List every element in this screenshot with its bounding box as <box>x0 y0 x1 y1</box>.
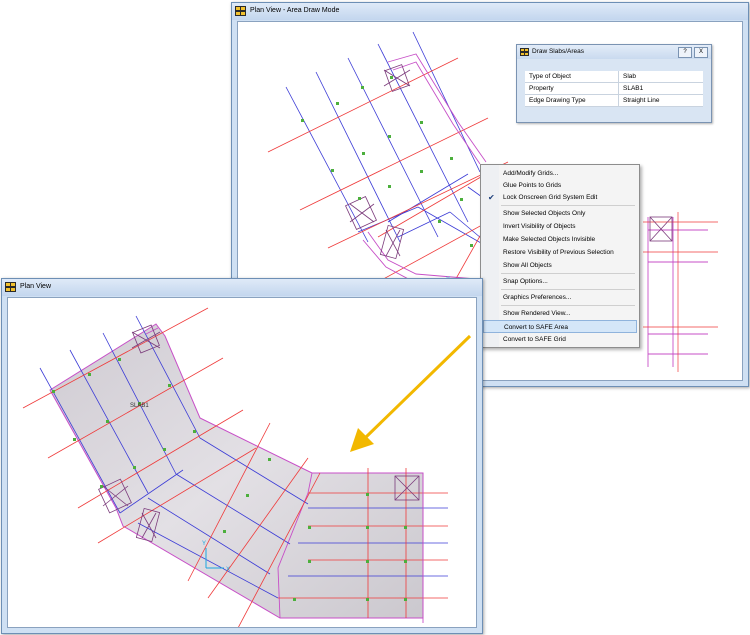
area-label: SLAB1 <box>130 403 149 409</box>
menu-item-label: Restore Visibility of Previous Selection <box>503 249 614 256</box>
column-divider <box>618 83 619 94</box>
property-row[interactable]: Property SLAB1 <box>525 83 703 95</box>
menu-item-label: Snap Options... <box>503 278 548 285</box>
panel-title: Draw Slabs/Areas <box>532 48 585 55</box>
row-value[interactable]: SLAB1 <box>623 85 643 92</box>
context-menu: Add/Modify Grids... Glue Points to Grids… <box>480 164 640 348</box>
menu-item-add-modify-grids[interactable]: Add/Modify Grids... <box>483 167 637 179</box>
menu-item-label: Add/Modify Grids... <box>503 170 559 177</box>
menu-item-label: Convert to SAFE Area <box>504 324 568 331</box>
panel-app-icon <box>520 48 529 56</box>
menu-item-snap-options[interactable]: Snap Options... <box>483 275 637 287</box>
menu-item-glue-points[interactable]: Glue Points to Grids <box>483 179 637 191</box>
row-value[interactable]: Straight Line <box>623 97 660 104</box>
property-row[interactable]: Type of Object Slab <box>525 71 703 83</box>
help-button[interactable]: ? <box>678 47 692 58</box>
bottom-plan-view-window: Plan View SLAB1 Y X <box>1 278 483 634</box>
menu-item-convert-safe-area[interactable]: Convert to SAFE Area <box>483 320 637 333</box>
menu-separator <box>501 305 635 306</box>
row-label: Edge Drawing Type <box>529 97 586 104</box>
y-axis-label: Y <box>202 541 206 547</box>
menu-item-show-all[interactable]: Show All Objects <box>483 259 637 271</box>
menu-separator <box>501 289 635 290</box>
menu-item-label: Show Selected Objects Only <box>503 210 586 217</box>
menu-item-invert-visibility[interactable]: Invert Visibility of Objects <box>483 220 637 232</box>
draw-slabs-panel: Draw Slabs/Areas ? X Type of Object Slab… <box>516 44 712 123</box>
row-label: Type of Object <box>529 73 571 80</box>
menu-separator <box>501 205 635 206</box>
row-value[interactable]: Slab <box>623 73 636 80</box>
menu-item-label: Invert Visibility of Objects <box>503 223 576 230</box>
menu-item-label: Show Rendered View... <box>503 310 571 317</box>
plan-canvas[interactable]: SLAB1 Y X <box>7 297 477 628</box>
slab-area[interactable] <box>49 323 424 619</box>
app-icon <box>235 6 246 16</box>
menu-item-lock-grid[interactable]: ✔ Lock Onscreen Grid System Edit <box>483 191 637 203</box>
title-bar[interactable]: Plan View - Area Draw Mode <box>232 3 748 20</box>
checkmark-icon: ✔ <box>488 193 495 202</box>
menu-item-show-selected[interactable]: Show Selected Objects Only <box>483 207 637 219</box>
column-divider <box>618 95 619 106</box>
menu-item-show-rendered-view[interactable]: Show Rendered View... <box>483 307 637 319</box>
menu-item-label: Show All Objects <box>503 262 552 269</box>
menu-item-label: Convert to SAFE Grid <box>503 336 566 343</box>
menu-item-convert-safe-grid[interactable]: Convert to SAFE Grid <box>483 333 637 345</box>
column-divider <box>618 71 619 82</box>
app-icon <box>5 282 16 292</box>
menu-item-graphics-preferences[interactable]: Graphics Preferences... <box>483 291 637 303</box>
panel-title-bar[interactable]: Draw Slabs/Areas ? X <box>517 45 711 59</box>
menu-item-label: Glue Points to Grids <box>503 182 562 189</box>
plan-drawing[interactable]: SLAB1 Y X <box>8 298 476 628</box>
menu-item-make-invisible[interactable]: Make Selected Objects Invisible <box>483 233 637 245</box>
menu-item-label: Graphics Preferences... <box>503 294 572 301</box>
window-title: Plan View - Area Draw Mode <box>250 7 340 14</box>
menu-item-label: Lock Onscreen Grid System Edit <box>503 194 598 201</box>
row-label: Property <box>529 85 554 92</box>
title-bar[interactable]: Plan View <box>2 279 482 296</box>
property-row[interactable]: Edge Drawing Type Straight Line <box>525 95 703 107</box>
menu-item-label: Make Selected Objects Invisible <box>503 236 596 243</box>
close-button[interactable]: X <box>694 47 708 58</box>
menu-item-restore-visibility[interactable]: Restore Visibility of Previous Selection <box>483 246 637 258</box>
menu-separator <box>501 273 635 274</box>
x-axis-label: X <box>226 567 230 573</box>
window-title: Plan View <box>20 283 52 290</box>
